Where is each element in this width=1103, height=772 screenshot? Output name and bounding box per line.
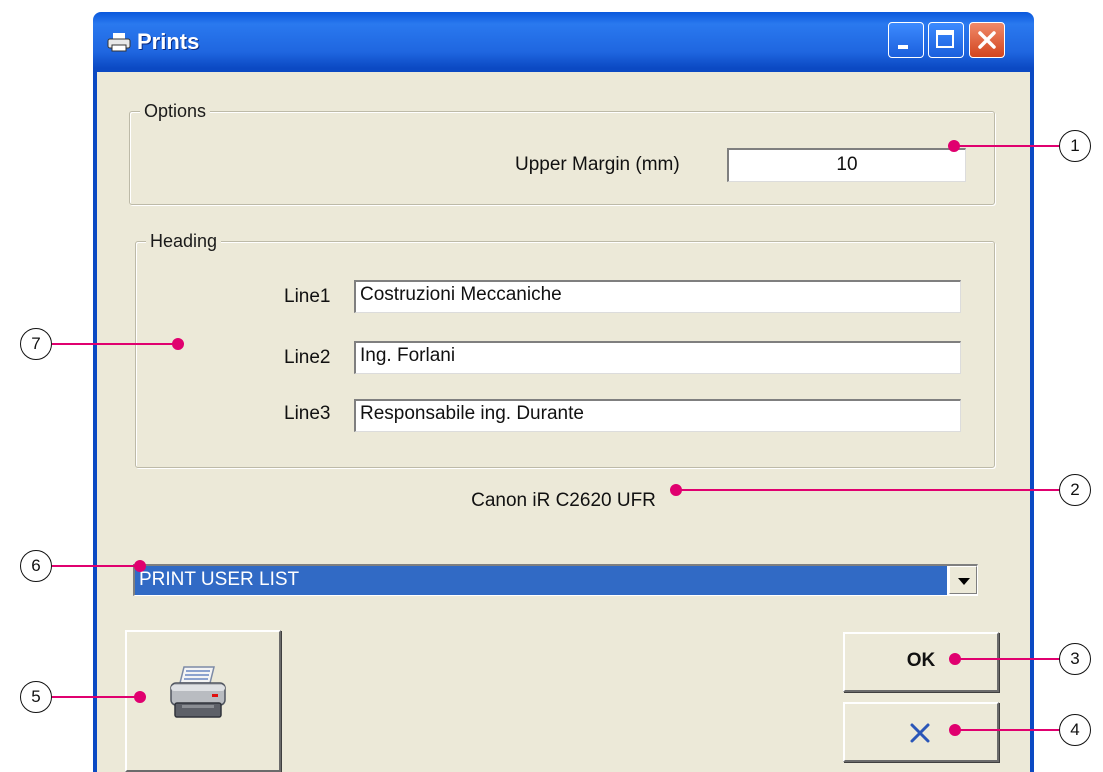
close-icon bbox=[978, 31, 996, 49]
callout-3: 3 bbox=[1059, 643, 1091, 675]
ok-button-label: OK bbox=[906, 650, 936, 671]
heading-groupbox: Heading Line1 Costruzioni Meccaniche Lin… bbox=[135, 230, 995, 468]
report-select-value: PRINT USER LIST bbox=[135, 566, 947, 595]
line2-input[interactable]: Ing. Forlani bbox=[354, 341, 961, 374]
printer-icon bbox=[170, 666, 226, 718]
dialog-client-area: Options Upper Margin (mm) 10 Heading Lin… bbox=[97, 72, 1030, 772]
upper-margin-label: Upper Margin (mm) bbox=[515, 154, 680, 175]
chevron-down-icon[interactable] bbox=[949, 566, 977, 594]
ok-button[interactable]: OK bbox=[843, 632, 999, 692]
callout-4: 4 bbox=[1059, 714, 1091, 746]
cancel-button[interactable] bbox=[843, 702, 999, 762]
options-legend: Options bbox=[140, 100, 211, 122]
printer-name: Canon iR C2620 UFR bbox=[471, 490, 656, 511]
upper-margin-input[interactable]: 10 bbox=[727, 148, 966, 182]
maximize-button[interactable] bbox=[928, 22, 964, 58]
callout-1: 1 bbox=[1059, 130, 1091, 162]
callout-2: 2 bbox=[1059, 474, 1091, 506]
minimize-button[interactable] bbox=[888, 22, 924, 58]
window-title: Prints bbox=[137, 29, 200, 54]
callout-6: 6 bbox=[20, 550, 52, 582]
callout-5: 5 bbox=[20, 681, 52, 713]
close-button[interactable] bbox=[969, 22, 1005, 58]
callout-7: 7 bbox=[20, 328, 52, 360]
heading-legend: Heading bbox=[146, 230, 222, 252]
report-select[interactable]: PRINT USER LIST bbox=[133, 564, 978, 596]
line3-input[interactable]: Responsabile ing. Durante bbox=[354, 399, 961, 432]
prints-dialog-window: Prints Options Upper Margin (mm) 10 Head… bbox=[93, 12, 1034, 772]
title-bar[interactable]: Prints bbox=[93, 12, 1034, 72]
line2-label: Line2 bbox=[284, 347, 331, 368]
line1-label: Line1 bbox=[284, 286, 331, 307]
line1-input[interactable]: Costruzioni Meccaniche bbox=[354, 280, 961, 313]
print-button[interactable] bbox=[125, 630, 281, 772]
options-groupbox: Options Upper Margin (mm) 10 bbox=[129, 100, 995, 205]
line3-label: Line3 bbox=[284, 403, 331, 424]
x-icon bbox=[910, 723, 930, 743]
printer-icon bbox=[107, 33, 131, 52]
